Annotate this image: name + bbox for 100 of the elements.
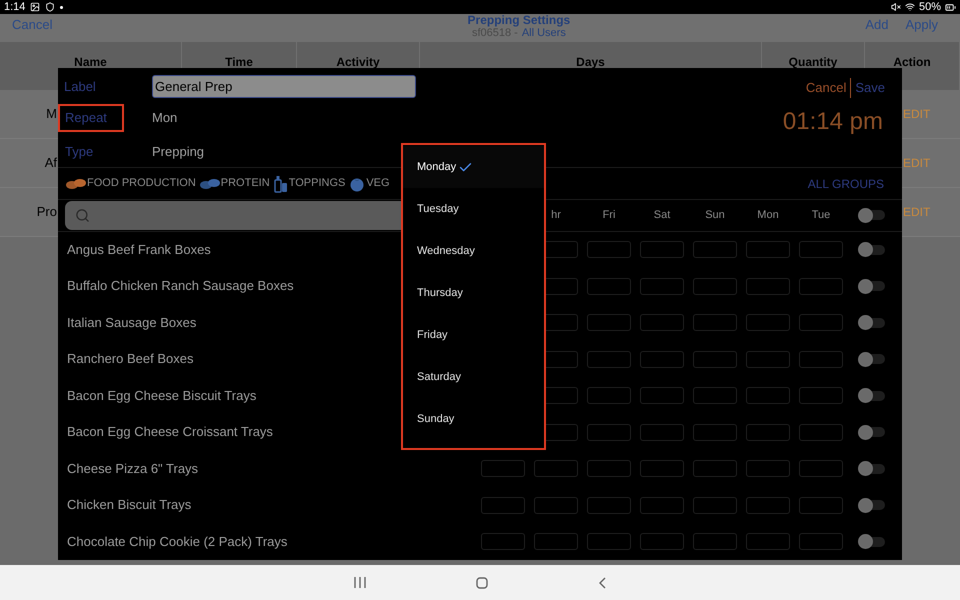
- quantity-input[interactable]: [799, 424, 843, 441]
- quantity-input[interactable]: [587, 424, 631, 441]
- quantity-input[interactable]: [746, 278, 790, 295]
- item-name: Italian Sausage Boxes: [67, 314, 196, 330]
- item-name: Ranchero Beef Boxes: [67, 351, 194, 366]
- quantity-input[interactable]: [746, 314, 790, 332]
- bottle-icon: [274, 174, 288, 193]
- toggle-switch[interactable]: [858, 497, 885, 514]
- quantity-input[interactable]: [746, 424, 790, 441]
- item-name: Bacon Egg Cheese Biscuit Trays: [67, 388, 256, 403]
- quantity-input[interactable]: [587, 350, 631, 368]
- quantity-input[interactable]: [693, 350, 737, 368]
- sausage-icon: [66, 178, 86, 190]
- quantity-input[interactable]: [587, 496, 631, 514]
- table-cell-text: M: [45, 105, 58, 124]
- image-icon: [30, 2, 40, 12]
- quantity-input[interactable]: [481, 533, 525, 550]
- quantity-input[interactable]: [481, 496, 525, 514]
- quantity-input[interactable]: [693, 533, 737, 550]
- quantity-input[interactable]: [640, 350, 684, 368]
- quantity-input[interactable]: [746, 496, 790, 514]
- day-column-header: Tue: [812, 208, 830, 224]
- shield-icon: [45, 2, 56, 12]
- toggle-switch[interactable]: [858, 314, 885, 331]
- quantity-input[interactable]: [799, 533, 843, 550]
- quantity-input[interactable]: [799, 350, 843, 368]
- quantity-input[interactable]: [640, 241, 684, 258]
- toggle-switch[interactable]: [858, 460, 885, 477]
- item-name: Buffalo Chicken Ranch Sausage Boxes: [67, 278, 294, 294]
- group-filter[interactable]: VEG: [349, 175, 390, 192]
- wifi-icon: [904, 2, 915, 12]
- item-name: Bacon Egg Cheese Croissant Trays: [67, 424, 273, 440]
- toggle-switch[interactable]: [858, 534, 885, 550]
- quantity-input[interactable]: [640, 424, 684, 441]
- mute-icon: [890, 2, 901, 12]
- quantity-input[interactable]: [746, 533, 790, 550]
- quantity-input[interactable]: [534, 496, 578, 514]
- quantity-input[interactable]: [640, 496, 684, 514]
- sausage-icon: [200, 178, 220, 190]
- quantity-input[interactable]: [587, 278, 631, 295]
- recent-apps-icon[interactable]: [354, 577, 366, 588]
- clock-time: 1:14: [4, 0, 26, 15]
- battery-icon: [945, 2, 956, 12]
- dialog-cancel-button[interactable]: Cancel: [806, 78, 852, 98]
- item-name: Cheese Pizza 6" Trays: [67, 460, 198, 476]
- quantity-input[interactable]: [481, 460, 525, 478]
- quantity-input[interactable]: [799, 387, 843, 404]
- group-filter[interactable]: TOPPINGS: [274, 174, 346, 193]
- toggle-switch[interactable]: [858, 351, 885, 368]
- quantity-input[interactable]: [640, 460, 684, 478]
- quantity-input[interactable]: [587, 314, 631, 332]
- quantity-input[interactable]: [799, 241, 843, 258]
- quantity-input[interactable]: [534, 533, 578, 550]
- day-option[interactable]: Monday: [403, 146, 544, 188]
- quantity-input[interactable]: [693, 424, 737, 441]
- back-icon[interactable]: [598, 576, 606, 588]
- quantity-input[interactable]: [746, 350, 790, 368]
- quantity-input[interactable]: [587, 241, 631, 258]
- quantity-input[interactable]: [693, 314, 737, 332]
- quantity-input[interactable]: [746, 387, 790, 404]
- quantity-input[interactable]: [746, 241, 790, 258]
- quantity-input[interactable]: [693, 241, 737, 258]
- quantity-input[interactable]: [587, 533, 631, 550]
- quantity-input[interactable]: [799, 460, 843, 478]
- quantity-input[interactable]: [640, 387, 684, 404]
- quantity-input[interactable]: [587, 387, 631, 404]
- toggle-switch[interactable]: [858, 424, 885, 440]
- search-icon: [75, 208, 90, 223]
- quantity-input[interactable]: [693, 387, 737, 404]
- group-filter[interactable]: FOOD PRODUCTION: [66, 175, 196, 192]
- day-column-header: Fri: [602, 208, 616, 224]
- quantity-input[interactable]: [640, 533, 684, 550]
- day-column-header: Sat: [654, 208, 670, 224]
- repeat-value: Mon: [152, 108, 178, 127]
- quantity-input[interactable]: [693, 496, 737, 514]
- quantity-input[interactable]: [799, 314, 843, 332]
- type-value: Prepping: [152, 142, 204, 161]
- item-name: Chocolate Chip Cookie (2 Pack) Trays: [67, 534, 288, 549]
- quantity-input[interactable]: [640, 278, 684, 295]
- quantity-input[interactable]: [693, 460, 737, 478]
- quantity-input[interactable]: [693, 278, 737, 295]
- quantity-input[interactable]: [534, 460, 578, 478]
- toggle-switch[interactable]: [858, 242, 885, 258]
- label-input[interactable]: General Prep: [152, 75, 416, 98]
- battery-level: 50%: [918, 0, 941, 15]
- quantity-input[interactable]: [799, 278, 843, 295]
- quantity-input[interactable]: [799, 496, 843, 514]
- item-name: Chicken Biscuit Trays: [67, 497, 192, 512]
- quantity-input[interactable]: [640, 314, 684, 332]
- quantity-input[interactable]: [587, 460, 631, 478]
- quantity-input[interactable]: [746, 460, 790, 478]
- toggle-switch[interactable]: [858, 388, 885, 404]
- toggle-switch[interactable]: [858, 207, 885, 224]
- home-icon[interactable]: [476, 576, 488, 588]
- time-display: 01:14 pm: [782, 106, 883, 136]
- group-filter[interactable]: PROTEIN: [200, 175, 270, 192]
- day-column-header: hr: [551, 208, 561, 224]
- item-name: Angus Beef Frank Boxes: [67, 242, 211, 257]
- toggle-switch[interactable]: [858, 278, 885, 294]
- field-label: Type: [64, 142, 94, 161]
